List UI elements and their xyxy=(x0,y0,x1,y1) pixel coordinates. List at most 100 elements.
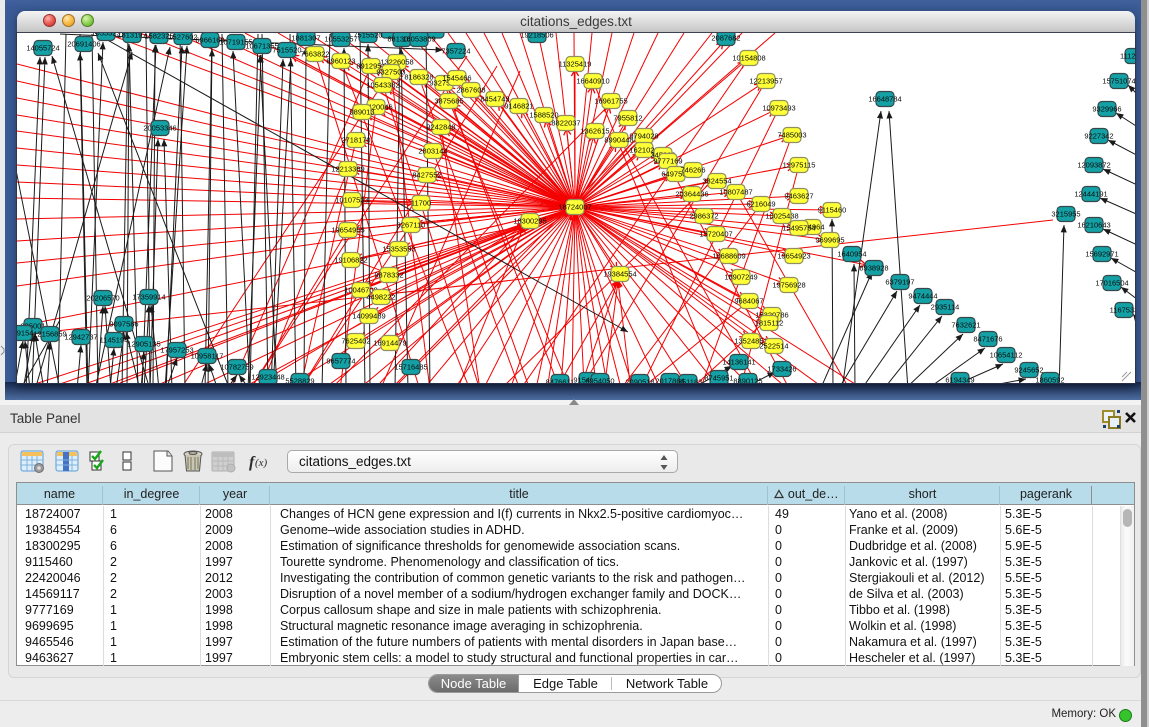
svg-text:7625402: 7625402 xyxy=(341,337,370,346)
svg-text:14099489: 14099489 xyxy=(352,312,385,321)
svg-text:9657774: 9657774 xyxy=(326,357,355,366)
svg-text:12942737: 12942737 xyxy=(64,333,97,342)
svg-text:8822037: 8822037 xyxy=(551,119,580,128)
svg-text:2090518: 2090518 xyxy=(625,378,654,384)
svg-text:9242848: 9242848 xyxy=(426,123,455,132)
svg-text:8427552: 8427552 xyxy=(412,171,441,180)
svg-text:9097586: 9097586 xyxy=(109,320,138,329)
svg-text:9146821: 9146821 xyxy=(504,102,533,111)
svg-text:9245652: 9245652 xyxy=(1014,366,1043,375)
svg-text:15751074: 15751074 xyxy=(1102,77,1135,86)
svg-text:9227342: 9227342 xyxy=(1084,132,1113,141)
svg-text:10107533: 10107533 xyxy=(335,196,368,205)
svg-text:1167533: 1167533 xyxy=(1110,306,1135,315)
svg-text:9463627: 9463627 xyxy=(784,192,813,201)
svg-text:15495754: 15495754 xyxy=(782,224,815,233)
svg-text:12444191: 12444191 xyxy=(1074,190,1107,199)
svg-text:14055724: 14055724 xyxy=(26,44,59,53)
svg-text:16053809: 16053809 xyxy=(402,35,435,44)
svg-text:15353593: 15353593 xyxy=(382,245,415,254)
svg-text:6216049: 6216049 xyxy=(746,200,775,209)
svg-text:10543382: 10543382 xyxy=(366,81,399,90)
svg-text:15692971: 15692971 xyxy=(1085,250,1118,259)
svg-text:15716485: 15716485 xyxy=(394,363,427,372)
svg-text:2522514: 2522514 xyxy=(759,342,788,351)
svg-text:3215955: 3215955 xyxy=(1051,210,1080,219)
svg-text:989013: 989013 xyxy=(349,108,374,117)
svg-text:9327503: 9327503 xyxy=(376,68,405,77)
svg-text:12213369: 12213369 xyxy=(331,165,364,174)
svg-text:1112334: 1112334 xyxy=(1120,52,1135,61)
svg-text:15720407: 15720407 xyxy=(699,230,732,239)
svg-text:8890125: 8890125 xyxy=(733,377,762,384)
svg-text:12093872: 12093872 xyxy=(1077,161,1110,170)
svg-text:10807487: 10807487 xyxy=(719,188,752,197)
svg-text:7515520: 7515520 xyxy=(353,33,382,40)
svg-text:18724007: 18724007 xyxy=(558,203,591,212)
svg-text:19654955: 19654955 xyxy=(331,226,364,235)
svg-text:3875685: 3875685 xyxy=(434,97,463,106)
svg-text:12213957: 12213957 xyxy=(749,77,782,86)
svg-text:2718170: 2718170 xyxy=(341,136,370,145)
svg-text:9329966: 9329966 xyxy=(1092,105,1121,114)
svg-text:8938928: 8938928 xyxy=(859,264,888,273)
svg-text:1813197: 1813197 xyxy=(117,33,146,40)
svg-text:2986372: 2986372 xyxy=(689,212,718,221)
svg-text:39154: 39154 xyxy=(17,329,33,338)
svg-text:6379197: 6379197 xyxy=(885,278,914,287)
svg-text:9474444: 9474444 xyxy=(908,292,937,301)
svg-text:9684067: 9684067 xyxy=(734,297,763,306)
svg-text:8745951: 8745951 xyxy=(704,374,733,383)
svg-text:12923448: 12923448 xyxy=(251,373,284,382)
svg-text:7955812: 7955812 xyxy=(613,114,642,123)
svg-text:12156859: 12156859 xyxy=(33,330,66,339)
svg-text:3267110: 3267110 xyxy=(397,221,426,230)
svg-text:17016504: 17016504 xyxy=(1095,279,1128,288)
svg-text:19654923: 19654923 xyxy=(777,252,810,261)
svg-text:2803144: 2803144 xyxy=(418,147,447,156)
svg-text:18907249: 18907249 xyxy=(724,273,757,282)
svg-text:16961755: 16961755 xyxy=(594,97,627,106)
svg-text:1362615: 1362615 xyxy=(580,127,609,136)
svg-text:9777169: 9777169 xyxy=(653,157,682,166)
svg-text:5528829: 5528829 xyxy=(285,377,314,384)
svg-text:10154808: 10154808 xyxy=(732,54,765,63)
svg-text:7663822: 7663822 xyxy=(300,50,329,59)
svg-text:16914479: 16914479 xyxy=(373,339,406,348)
svg-text:19106822: 19106822 xyxy=(334,256,367,265)
svg-text:1815112: 1815112 xyxy=(755,319,784,328)
svg-text:8954050: 8954050 xyxy=(585,377,614,384)
svg-text:12975115: 12975115 xyxy=(783,161,816,170)
svg-text:3824554: 3824554 xyxy=(702,177,731,186)
svg-text:4498222: 4498222 xyxy=(366,293,395,302)
svg-text:10654112: 10654112 xyxy=(990,351,1023,360)
svg-text:6194349: 6194349 xyxy=(945,376,974,384)
svg-text:1527602: 1527602 xyxy=(168,33,197,42)
svg-text:20691406: 20691406 xyxy=(67,40,100,49)
svg-text:20364436: 20364436 xyxy=(675,190,708,199)
svg-text:7515520: 7515520 xyxy=(272,46,301,55)
svg-text:16640910: 16640910 xyxy=(576,77,609,86)
svg-text:14136141: 14136141 xyxy=(722,358,755,367)
svg-text:7485003: 7485003 xyxy=(777,131,806,140)
svg-text:17957253: 17957253 xyxy=(160,346,193,355)
svg-text:10688609: 10688609 xyxy=(712,252,745,261)
svg-text:10025438: 10025438 xyxy=(765,212,798,221)
svg-text:19218506: 19218506 xyxy=(520,33,553,40)
svg-text:8960123: 8960123 xyxy=(326,57,355,66)
svg-text:10973493: 10973493 xyxy=(762,104,795,113)
svg-text:9115460: 9115460 xyxy=(818,206,847,215)
svg-text:2017864: 2017864 xyxy=(655,377,684,384)
svg-text:746266: 746266 xyxy=(680,166,705,175)
svg-text:9878332: 9878332 xyxy=(374,271,403,280)
svg-text:1881307: 1881307 xyxy=(291,34,320,43)
svg-text:19384554: 19384554 xyxy=(603,270,636,279)
svg-text:12905135: 12905135 xyxy=(127,340,160,349)
svg-text:1640954: 1640954 xyxy=(837,250,866,259)
svg-text:17359914: 17359914 xyxy=(132,293,165,302)
svg-text:1733426: 1733426 xyxy=(767,365,796,374)
svg-text:1860592: 1860592 xyxy=(1035,376,1064,384)
svg-text:(x): (x) xyxy=(255,457,268,469)
svg-text:8471676: 8471676 xyxy=(973,335,1002,344)
svg-text:7632621: 7632621 xyxy=(951,321,980,330)
